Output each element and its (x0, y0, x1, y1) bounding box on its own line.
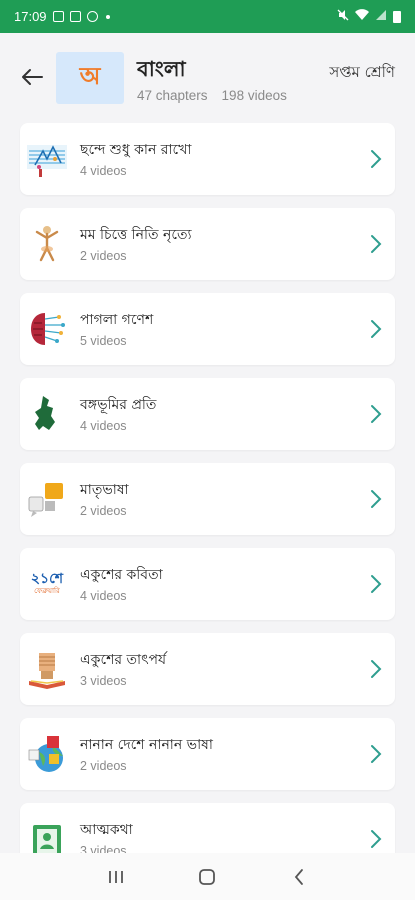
mute-icon (337, 9, 349, 24)
chapter-video-count: 4 videos (80, 589, 127, 603)
videos-count: 198 videos (221, 88, 287, 103)
status-time: 17:09 (14, 9, 47, 24)
chapter-video-count: 2 videos (80, 504, 127, 518)
chevron-right-icon (371, 150, 382, 168)
chapter-card[interactable]: ২১শে ফেব্রুয়ারি একুশের কবিতা 4 videos (20, 548, 395, 620)
chapter-card[interactable]: বঙ্গভূমির প্রতি 4 videos (20, 378, 395, 450)
system-nav-bar (0, 853, 415, 900)
writer-thumb (33, 825, 61, 853)
chevron-right-icon (371, 745, 382, 763)
recent-apps-icon (108, 870, 123, 883)
chapter-card[interactable]: মাতৃভাষা 2 videos (20, 463, 395, 535)
chevron-right-icon (371, 660, 382, 678)
alphabet-cards-thumb (28, 483, 63, 517)
camera-icon (69, 11, 81, 22)
chapter-video-count: 4 videos (80, 164, 127, 178)
chapter-video-count: 3 videos (80, 674, 127, 688)
chapter-card[interactable]: মম চিত্তে নিতি নৃত্যে 2 videos (20, 208, 395, 280)
ekushe-text-thumb: ২১শে ফেব্রুয়ারি (25, 562, 69, 606)
chapter-video-count: 2 videos (80, 759, 127, 773)
raised-fist-thumb (29, 653, 65, 689)
subject-title: বাংলা (137, 57, 186, 81)
status-bar: 17:09 (0, 0, 415, 33)
chapter-video-count: 3 videos (80, 844, 127, 853)
chevron-right-icon (371, 575, 382, 593)
subject-glyph: অ (79, 62, 101, 90)
class-selector[interactable]: সপ্তম শ্রেণি (329, 61, 395, 86)
chevron-left-icon (294, 868, 304, 885)
chapter-title: পাগলা গণেশ (80, 312, 154, 328)
map-thumb (35, 396, 55, 430)
chapter-title: একুশের কবিতা (80, 567, 163, 583)
chevron-right-icon (371, 235, 382, 253)
notification-dot-icon (105, 14, 110, 19)
chapter-card[interactable]: নানান দেশে নানান ভাষা 2 videos (20, 718, 395, 790)
chapter-card[interactable]: আত্মকথা 3 videos (20, 803, 395, 853)
chapter-title: বঙ্গভূমির প্রতি (80, 397, 157, 413)
chevron-right-icon (371, 830, 382, 848)
battery-icon (393, 10, 401, 23)
chapter-card[interactable]: ছন্দে শুধু কান রাখো 4 videos (20, 123, 395, 195)
subject-header: অ বাংলা 47 chapters 198 videos সপ্তম শ্র… (0, 33, 415, 123)
chapter-video-count: 4 videos (80, 419, 127, 433)
subject-icon-tile: অ (56, 52, 124, 104)
chapter-card[interactable]: পাগলা গণেশ 5 videos (20, 293, 395, 365)
arrow-left-icon (22, 69, 43, 85)
home-icon (199, 868, 216, 885)
back-nav-button[interactable] (284, 862, 314, 892)
chapters-count: 47 chapters (137, 88, 208, 103)
languages-globe-thumb (28, 736, 63, 772)
whatsapp-icon (86, 11, 98, 22)
chapter-title: একুশের তাৎপর্য (80, 652, 167, 668)
chevron-right-icon (371, 405, 382, 423)
chevron-right-icon (371, 490, 382, 508)
chapter-card[interactable]: একুশের তাৎপর্য 3 videos (20, 633, 395, 705)
dancer-thumb (35, 226, 59, 262)
subject-meta: 47 chapters 198 videos (137, 88, 287, 103)
brain-thumb (31, 313, 65, 345)
wifi-icon (355, 9, 369, 24)
home-button[interactable] (192, 862, 222, 892)
chapter-title: মম চিত্তে নিতি নৃত্যে (80, 227, 192, 243)
chapter-title: মাতৃভাষা (80, 482, 129, 498)
chapter-title: নানান দেশে নানান ভাষা (80, 737, 213, 753)
gallery-icon (52, 11, 64, 22)
chapter-video-count: 2 videos (80, 249, 127, 263)
chapter-title: আত্মকথা (80, 822, 133, 838)
signal-icon (375, 9, 387, 24)
chapter-title: ছন্দে শুধু কান রাখো (80, 142, 192, 158)
back-button[interactable] (18, 65, 46, 89)
chevron-right-icon (371, 320, 382, 338)
ekushe-thumb-line2: ফেব্রুয়ারি (34, 587, 60, 595)
chapter-video-count: 5 videos (80, 334, 127, 348)
recent-apps-button[interactable] (101, 862, 131, 892)
ekushe-thumb-line1: ২১শে (30, 571, 64, 587)
chapter-list[interactable]: ছন্দে শুধু কান রাখো 4 videos মম চিত্তে ন… (0, 123, 415, 853)
music-notes-thumb (27, 145, 67, 177)
